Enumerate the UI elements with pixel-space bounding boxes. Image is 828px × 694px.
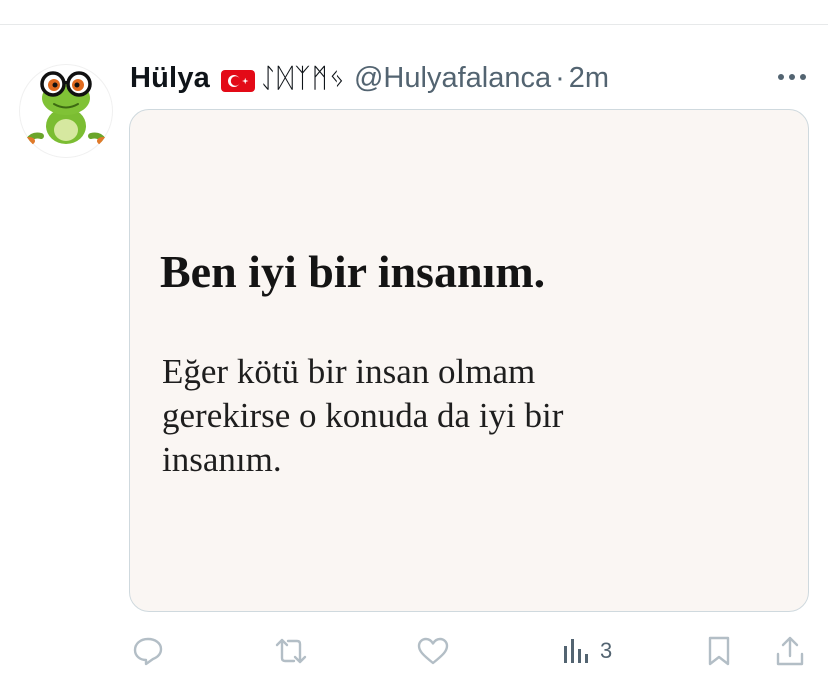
like-icon [417,637,449,665]
tweet-header: Hülya ᛇᛞᛉᛗᛃ @Hulyafalanca · 2m [130,58,609,98]
reply-icon [133,637,163,666]
quote-line: gerekirse o konuda da iyi bir [162,396,564,435]
views-count: 3 [600,638,613,663]
retweet-button[interactable] [274,628,308,674]
quote-line: insanım. [162,440,282,479]
user-handle[interactable]: @Hulyafalanca [354,62,551,95]
quote-title: Ben iyi bir insanım. [160,246,546,297]
quote-body: Eğer kötü bir insan olmam gerekirse o ko… [162,350,762,482]
tweet-media-image[interactable]: Ben iyi bir insanım. Eğer kötü bir insan… [129,109,809,612]
share-button[interactable] [775,628,805,674]
quote-line: Eğer kötü bir insan olmam [162,352,536,391]
more-icon [778,74,806,80]
more-options-button[interactable] [772,62,812,92]
views-icon [564,639,588,663]
tweet-action-bar: 3 [0,628,828,674]
turkey-flag-icon [220,67,255,92]
runic-name: ᛇᛞᛉᛗᛃ [259,62,346,94]
display-name[interactable]: Hülya [130,62,210,95]
reply-button[interactable] [132,628,164,674]
retweet-icon [275,638,307,664]
like-button[interactable] [417,628,449,674]
bookmark-button[interactable] [705,628,733,674]
share-icon [776,636,804,666]
separator-dot: · [555,61,565,94]
top-divider [0,24,828,25]
bookmark-icon [708,636,730,666]
views-button[interactable]: 3 [562,628,612,674]
frog-avatar-icon [23,71,109,145]
avatar[interactable] [19,64,113,158]
timestamp[interactable]: 2m [569,62,609,95]
